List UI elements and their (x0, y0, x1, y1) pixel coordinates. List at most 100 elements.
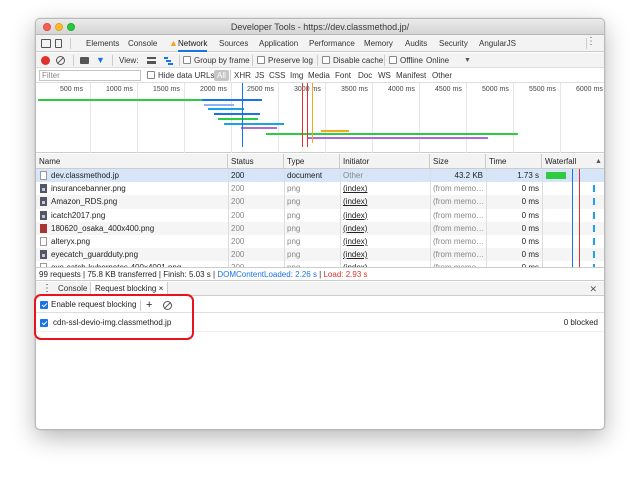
filter-type-img[interactable]: Img (290, 68, 303, 83)
disable-cache-checkbox[interactable] (322, 56, 330, 64)
request-name[interactable]: alteryx.png (51, 235, 226, 248)
overview-bar-request (214, 113, 260, 115)
image-icon (40, 250, 47, 260)
group-by-frame-checkbox[interactable] (183, 56, 191, 64)
overview-icon[interactable] (164, 57, 173, 65)
tabbar-divider (70, 38, 71, 49)
filter-type-other[interactable]: Other (432, 68, 452, 83)
column-header-name[interactable]: Name (36, 154, 228, 169)
request-name[interactable]: icatch2017.png (51, 209, 226, 222)
filter-type-js[interactable]: JS (255, 68, 264, 83)
overview-tick: 3500 ms (341, 86, 368, 93)
close-drawer-icon[interactable]: ✕ (589, 282, 597, 296)
column-header-time[interactable]: Time (486, 154, 542, 169)
view-label: View: (119, 56, 139, 65)
drawer-tab-label: Request blocking (95, 284, 157, 293)
tab-audits[interactable]: Audits (405, 35, 427, 52)
request-time: 0 ms (521, 197, 539, 207)
filter-type-font[interactable]: Font (335, 68, 351, 83)
close-tab-icon[interactable]: × (159, 284, 164, 293)
summary-text: 99 requests | 75.8 KB transferred | Fini… (39, 270, 218, 279)
filter-bar: Hide data URLs All XHR JS CSS Img Media … (36, 68, 604, 83)
request-size: (from memo… (433, 210, 483, 220)
overview-gridline (419, 83, 420, 153)
overview-tick: 4000 ms (388, 86, 415, 93)
screenshot-icon[interactable] (80, 57, 89, 64)
more-options-icon[interactable]: ⋮ (586, 36, 596, 47)
table-row[interactable]: alteryx.png 200 png (index) (from memo… 0 ms (36, 235, 604, 248)
request-type: png (287, 223, 301, 233)
filter-icon[interactable]: ▼ (96, 56, 105, 65)
column-header-status[interactable]: Status (228, 154, 284, 169)
request-name[interactable]: 180620_osaka_400x400.png (51, 222, 226, 235)
overview-tick: 6000 ms (576, 86, 603, 93)
filter-type-xhr[interactable]: XHR (234, 68, 251, 83)
tab-memory[interactable]: Memory (364, 35, 393, 52)
preserve-log-label: Preserve log (268, 56, 313, 65)
request-initiator[interactable]: (index) (343, 222, 427, 235)
overview-bar-request (218, 118, 258, 120)
toolbar-divider (112, 55, 113, 66)
table-row[interactable]: Amazon_RDS.png 200 png (index) (from memo… 0 … (36, 195, 604, 209)
table-row[interactable]: 180620_osaka_400x400.png 200 png (index) (fr… (36, 221, 604, 235)
tab-angularjs[interactable]: AngularJS (479, 35, 516, 52)
request-initiator[interactable]: (index) (343, 209, 427, 222)
tab-console[interactable]: Console (128, 35, 157, 52)
column-header-size[interactable]: Size (430, 154, 486, 169)
large-rows-icon[interactable] (147, 57, 156, 64)
request-status: 200 (231, 171, 245, 180)
column-divider (486, 169, 487, 267)
waterfall-bar (593, 211, 595, 219)
tab-sources[interactable]: Sources (219, 35, 248, 52)
waterfall-bar (593, 224, 595, 232)
table-row[interactable]: eyecatch_guardduty.png 200 png (index) (from… (36, 248, 604, 262)
filter-type-media[interactable]: Media (308, 68, 330, 83)
inspect-element-icon[interactable] (41, 39, 51, 48)
tab-security[interactable]: Security (439, 35, 468, 52)
device-toolbar-icon[interactable] (55, 39, 62, 48)
request-time: 0 ms (521, 250, 539, 260)
tab-network[interactable]: Network (178, 35, 208, 52)
request-time: 0 ms (521, 184, 539, 194)
filter-type-ws[interactable]: WS (378, 68, 391, 83)
waterfall-bar (593, 198, 595, 206)
table-row[interactable]: icatch2017.png 200 png (index) (from memo… 0 … (36, 209, 604, 222)
request-name[interactable]: insurancebanner.png (51, 182, 226, 195)
offline-checkbox[interactable] (389, 56, 397, 64)
network-overview[interactable]: 500 ms 1000 ms 1500 ms 2000 ms 2500 ms 3… (36, 83, 604, 153)
table-row[interactable]: dev.classmethod.jp 200 document Other 43.2 K… (36, 169, 604, 183)
column-header-type[interactable]: Type (284, 154, 340, 169)
overview-bar-request (308, 137, 488, 139)
filter-type-all[interactable]: All (214, 70, 229, 81)
preserve-log-checkbox[interactable] (257, 56, 265, 64)
filter-type-manifest[interactable]: Manifest (396, 68, 426, 83)
request-size: (from memo… (433, 236, 483, 246)
chevron-down-icon[interactable]: ▼ (464, 53, 471, 68)
filter-input[interactable] (39, 70, 141, 81)
request-initiator[interactable]: (index) (343, 235, 427, 248)
tab-application[interactable]: Application (259, 35, 298, 52)
toolbar-divider (73, 55, 74, 66)
column-header-initiator[interactable]: Initiator (340, 154, 430, 169)
request-name[interactable]: eyecatch_guardduty.png (51, 248, 226, 261)
overview-tick: 2000 ms (200, 86, 227, 93)
overview-gridline (137, 83, 138, 153)
sort-ascending-icon[interactable]: ▲ (595, 154, 602, 169)
request-type: png (287, 197, 301, 207)
table-body: dev.classmethod.jp 200 document Other 43.2 K… (36, 169, 604, 267)
waterfall-domcontentloaded-line (572, 169, 573, 267)
table-row[interactable]: insurancebanner.png 200 png (index) (from me… (36, 182, 604, 195)
request-initiator[interactable]: (index) (343, 195, 427, 208)
clear-icon[interactable] (56, 56, 65, 65)
request-initiator[interactable]: (index) (343, 248, 427, 261)
request-name[interactable]: Amazon_RDS.png (51, 195, 226, 208)
request-name[interactable]: dev.classmethod.jp (51, 169, 226, 182)
filter-type-doc[interactable]: Doc (358, 68, 372, 83)
hide-data-urls-checkbox[interactable] (147, 71, 155, 79)
record-button[interactable] (41, 56, 50, 65)
tab-elements[interactable]: Elements (86, 35, 119, 52)
request-initiator[interactable]: (index) (343, 182, 427, 195)
filter-type-css[interactable]: CSS (269, 68, 285, 83)
throttling-select[interactable]: Online (426, 53, 449, 68)
tab-performance[interactable]: Performance (309, 35, 355, 52)
